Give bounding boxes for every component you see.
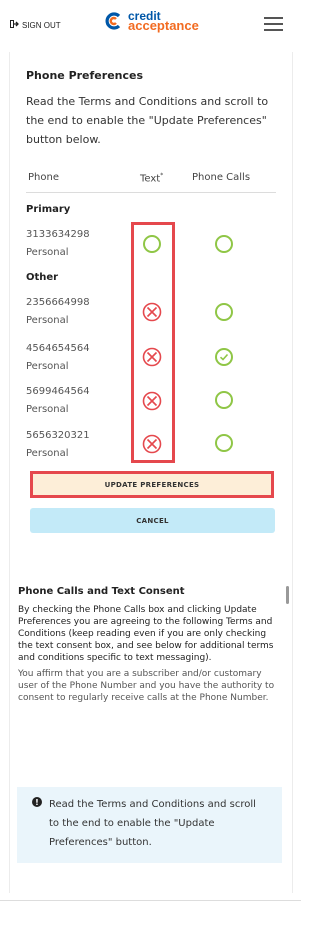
cancel-button[interactable]: CANCEL — [30, 508, 275, 533]
info-notice-text: Read the Terms and Conditions and scroll… — [49, 799, 256, 848]
credit-acceptance-logo[interactable]: credit acceptance — [103, 10, 199, 32]
footer-divider — [0, 900, 301, 901]
call-consent-checkbox[interactable] — [215, 391, 233, 409]
phone-entry: 3133634298 Personal — [26, 226, 90, 262]
phone-number: 3133634298 — [26, 229, 90, 240]
phone-type: Personal — [26, 404, 69, 415]
logo-text-acceptance: acceptance — [128, 18, 199, 33]
column-header-text: Text* — [140, 172, 163, 184]
consent-scrollbar[interactable] — [286, 586, 289, 604]
logo-mark-icon — [105, 12, 121, 30]
column-header-phone: Phone — [28, 172, 59, 183]
consent-paragraph-1: By checking the Phone Calls box and clic… — [18, 605, 274, 663]
group-label-primary: Primary — [26, 204, 71, 215]
phone-entry: 4564654564 Personal — [26, 340, 90, 376]
intro-text: Read the Terms and Conditions and scroll… — [26, 95, 269, 146]
phone-number: 4564654564 — [26, 343, 90, 354]
consent-title: Phone Calls and Text Consent — [18, 586, 185, 597]
page-title: Phone Preferences — [26, 69, 144, 82]
text-footnote-mark: * — [160, 172, 164, 179]
phone-entry: 5656320321 Personal — [26, 427, 90, 463]
header-divider — [26, 192, 276, 193]
column-header-text-label: Text — [140, 173, 161, 185]
cancel-label: CANCEL — [136, 516, 169, 525]
call-consent-checkbox[interactable] — [215, 303, 233, 321]
checkmark-icon — [219, 353, 229, 361]
sign-out-label: SIGN OUT — [22, 20, 61, 30]
group-label-other: Other — [26, 272, 59, 283]
menu-hamburger-icon[interactable] — [264, 17, 283, 32]
text-column-highlight — [131, 222, 175, 463]
info-notice: ! Read the Terms and Conditions and scro… — [17, 787, 282, 863]
call-consent-checkbox[interactable] — [215, 434, 233, 452]
call-consent-checkbox[interactable] — [215, 235, 233, 253]
phone-type: Personal — [26, 361, 69, 372]
sign-out-icon — [10, 20, 19, 30]
update-preferences-label: UPDATE PREFERENCES — [104, 480, 200, 489]
phone-type: Personal — [26, 247, 69, 258]
phone-number: 2356664998 — [26, 297, 90, 308]
phone-number: 5699464564 — [26, 386, 90, 397]
phone-type: Personal — [26, 448, 69, 459]
update-preferences-button[interactable]: UPDATE PREFERENCES — [30, 471, 274, 498]
sign-out-link[interactable]: SIGN OUT — [10, 20, 61, 30]
phone-number: 5656320321 — [26, 430, 90, 441]
phone-entry: 5699464564 Personal — [26, 383, 90, 419]
call-consent-checkbox-checked[interactable] — [215, 348, 233, 366]
column-header-phone-calls: Phone Calls — [192, 172, 251, 183]
info-icon: ! — [32, 797, 42, 807]
top-header: SIGN OUT credit acceptance — [0, 0, 301, 52]
phone-entry: 2356664998 Personal — [26, 294, 90, 330]
phone-type: Personal — [26, 315, 69, 326]
consent-paragraph-2: You affirm that you are a subscriber and… — [18, 669, 275, 703]
